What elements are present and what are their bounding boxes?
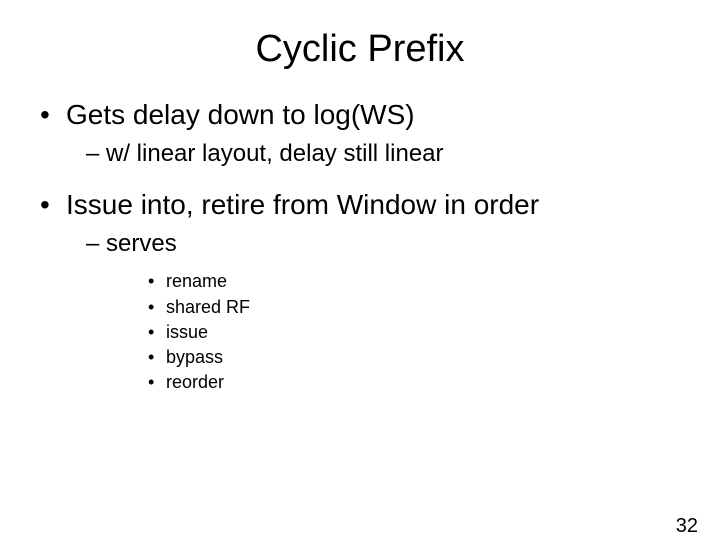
bullet-dot-icon: • [148, 295, 166, 320]
bullet-text: – w/ linear layout, delay still linear [86, 140, 444, 167]
bullet-text: reorder [166, 372, 224, 392]
bullet-level3: •bypass [148, 345, 690, 370]
bullet-text: – serves [86, 230, 177, 257]
bullet-dot-icon: • [148, 320, 166, 345]
bullet-text: issue [166, 322, 208, 342]
slide-content: •Gets delay down to log(WS) – w/ linear … [40, 97, 690, 395]
bullet-level3: •issue [148, 320, 690, 345]
bullet-text: bypass [166, 347, 223, 367]
bullet-level1: •Issue into, retire from Window in order [40, 187, 690, 222]
bullet-text: Issue into, retire from Window in order [66, 189, 539, 220]
slide-title: Cyclic Prefix [0, 28, 720, 71]
slide: Cyclic Prefix •Gets delay down to log(WS… [0, 28, 720, 540]
bullet-dot-icon: • [40, 97, 66, 132]
page-number: 32 [676, 515, 698, 538]
bullet-dot-icon: • [148, 370, 166, 395]
bullet-level3: •shared RF [148, 295, 690, 320]
bullet-level3: •rename [148, 269, 690, 294]
bullet-dot-icon: • [148, 345, 166, 370]
bullet-level2: – serves [86, 228, 690, 259]
bullet-text: rename [166, 271, 227, 291]
bullet-level3: •reorder [148, 370, 690, 395]
bullet-text: Gets delay down to log(WS) [66, 99, 415, 130]
bullet-dot-icon: • [148, 269, 166, 294]
bullet-level2: – w/ linear layout, delay still linear [86, 138, 690, 169]
bullet-text: shared RF [166, 297, 250, 317]
bullet-dot-icon: • [40, 187, 66, 222]
bullet-level1: •Gets delay down to log(WS) [40, 97, 690, 132]
